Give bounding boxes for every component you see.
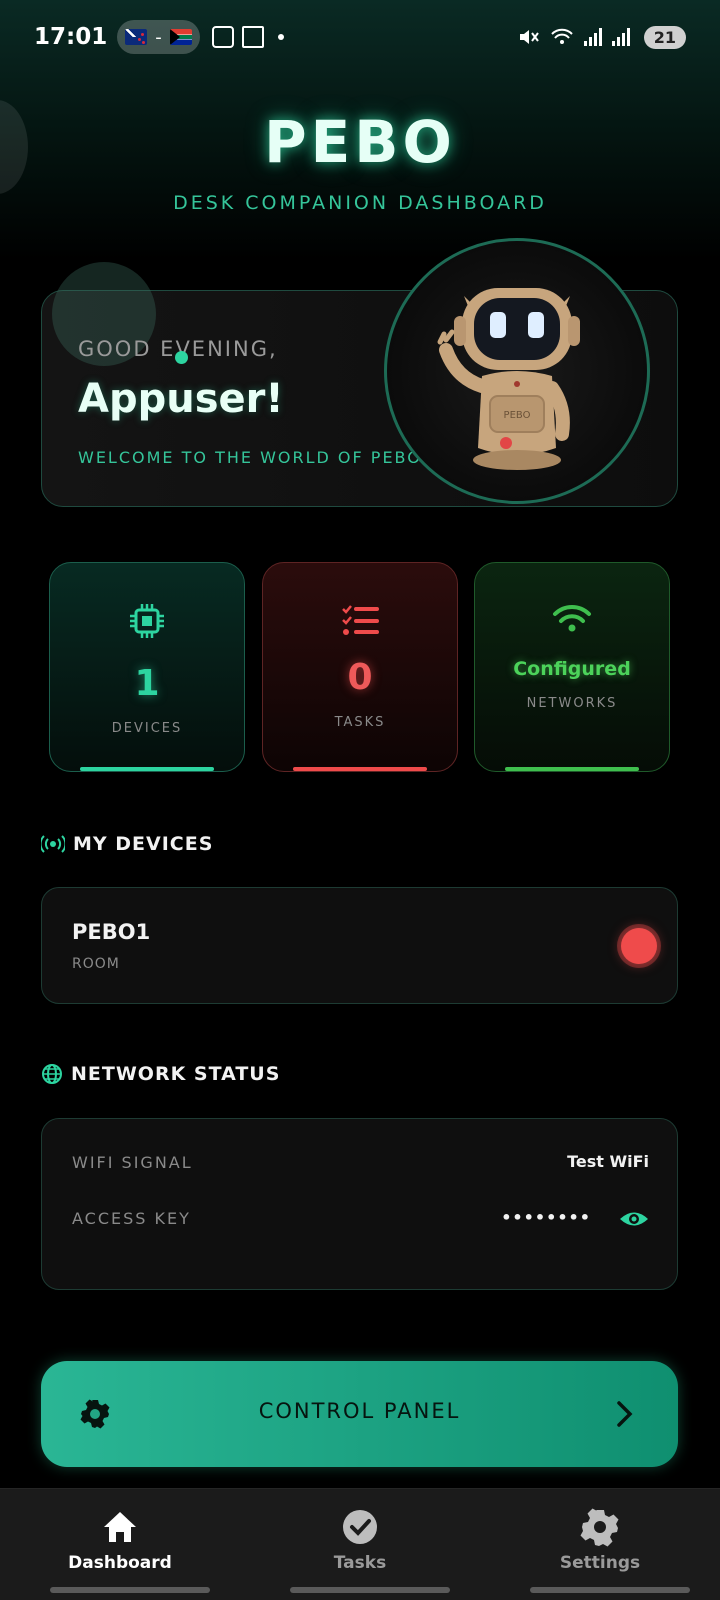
nav-indicator [290, 1587, 450, 1593]
wifi-icon [553, 604, 591, 632]
device-room: ROOM [72, 956, 120, 972]
access-key-value: •••••••• [501, 1208, 591, 1227]
language-separator: - [155, 26, 162, 48]
nav-settings-label: Settings [559, 1553, 641, 1573]
devices-stat-card[interactable]: 1 DEVICES [49, 562, 245, 772]
globe-icon [42, 1064, 62, 1084]
access-key-label: ACCESS KEY [72, 1209, 191, 1228]
cast-icon [241, 26, 264, 48]
signal-1-icon [583, 28, 602, 46]
wifi-status-icon [551, 28, 573, 44]
tasks-label: TASKS [334, 715, 386, 730]
mute-icon [519, 30, 539, 44]
eye-icon[interactable] [619, 1208, 649, 1230]
battery-level: 21 [643, 25, 686, 49]
chevron-right-icon [617, 1401, 633, 1427]
gear-icon [580, 1508, 619, 1547]
notification-dot-icon [277, 34, 284, 40]
nav-tasks[interactable]: Tasks [270, 1489, 450, 1600]
tasks-count: 0 [347, 657, 373, 698]
devices-count: 1 [134, 663, 160, 704]
welcome-text: WELCOME TO THE WORLD OF PEBO [78, 448, 422, 467]
nav-indicator [50, 1587, 210, 1593]
status-time: 17:01 [34, 24, 108, 50]
user-name: Appuser! [78, 376, 284, 422]
devices-accent-bar [80, 767, 214, 771]
robot-chest-label: PEBO [504, 410, 531, 421]
network-status-card: WIFI SIGNAL Test WiFi ACCESS KEY •••••••… [41, 1118, 678, 1290]
wifi-signal-label: WIFI SIGNAL [72, 1153, 193, 1172]
home-icon [104, 1512, 136, 1542]
signal-2-icon [611, 28, 630, 46]
app-title: PEBO [264, 108, 456, 176]
chip-icon [130, 604, 164, 638]
nav-dashboard-label: Dashboard [68, 1553, 172, 1573]
status-right: 21 [518, 25, 686, 49]
za-flag-icon [169, 29, 192, 45]
check-circle-icon [343, 1510, 377, 1544]
status-bar: 17:01 - 21 [0, 0, 720, 74]
network-status-title: NETWORK STATUS [71, 1063, 281, 1085]
checklist-icon [342, 605, 379, 635]
networks-status: Configured [513, 658, 631, 680]
device-status-indicator [621, 928, 657, 964]
robot-icon: PEBO [437, 288, 580, 470]
networks-stat-card[interactable]: Configured NETWORKS [474, 562, 670, 772]
broadcast-icon [41, 835, 65, 853]
language-pill[interactable]: - [117, 20, 200, 54]
nav-indicator [530, 1587, 690, 1593]
network-status-header: NETWORK STATUS [41, 1063, 280, 1085]
nz-flag-icon [125, 29, 148, 45]
nav-settings[interactable]: Settings [510, 1489, 690, 1600]
networks-accent-bar [505, 767, 639, 771]
control-panel-button[interactable]: CONTROL PANEL [41, 1361, 678, 1467]
devices-label: DEVICES [111, 721, 183, 736]
app-root: 17:01 - 21 PEBO DESK COMPANION DASHBOARD… [0, 0, 720, 1600]
wifi-signal-value: Test WiFi [567, 1152, 649, 1171]
device-name: PEBO1 [72, 920, 151, 944]
my-devices-header: MY DEVICES [41, 833, 213, 855]
control-panel-label: CONTROL PANEL [258, 1399, 461, 1423]
device-card-pebo1[interactable]: PEBO1 ROOM [41, 887, 678, 1004]
screenshot-icon [211, 26, 234, 48]
decorative-red-dot [500, 437, 512, 449]
my-devices-title: MY DEVICES [73, 833, 214, 855]
nav-tasks-label: Tasks [333, 1553, 387, 1573]
nav-dashboard[interactable]: Dashboard [30, 1489, 210, 1600]
tasks-accent-bar [293, 767, 427, 771]
app-subtitle: DESK COMPANION DASHBOARD [173, 192, 547, 214]
networks-label: NETWORKS [526, 696, 618, 711]
bottom-nav: Dashboard Tasks Settings [0, 1488, 720, 1600]
robot-avatar: PEBO [384, 238, 650, 504]
tasks-stat-card[interactable]: 0 TASKS [262, 562, 458, 772]
decorative-dot [175, 351, 188, 364]
